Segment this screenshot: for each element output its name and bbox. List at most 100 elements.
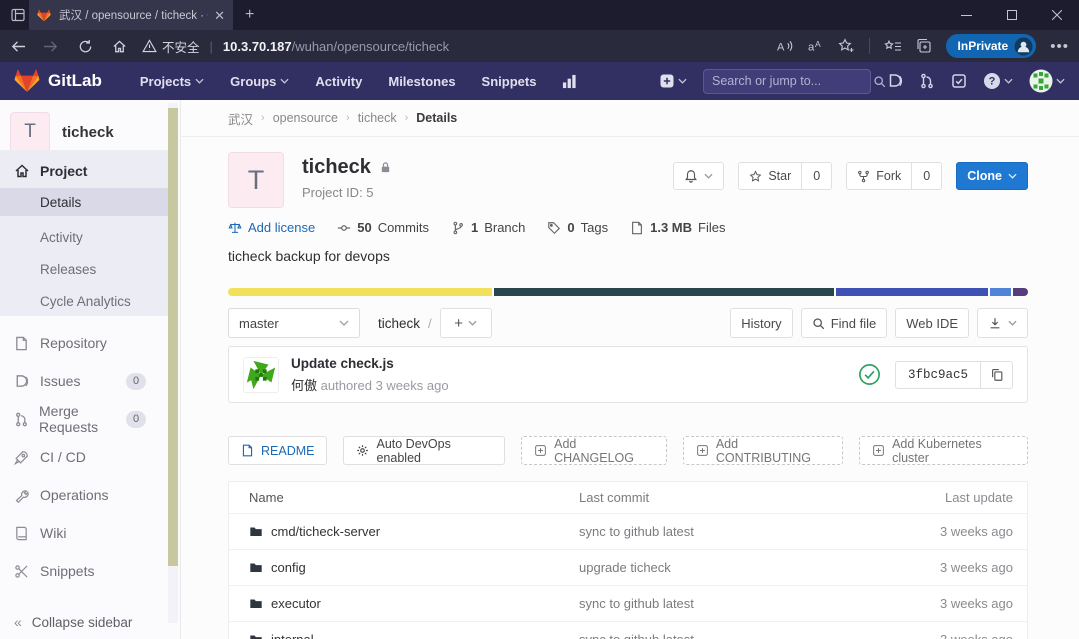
tab-close-icon[interactable]: ✕ [214,9,225,22]
nav-groups[interactable]: Groups [230,74,289,89]
notifications-button[interactable] [673,162,724,190]
commit-message-cell[interactable]: sync to github latest [579,524,885,539]
help-menu[interactable]: ? [983,72,1013,90]
issues-nav-icon[interactable] [887,73,903,89]
tree-root-link[interactable]: ticheck [378,316,420,331]
add-kubernetes-button[interactable]: Add Kubernetes cluster [859,436,1028,465]
breadcrumb-project[interactable]: ticheck [358,111,397,125]
profile-avatar[interactable] [1014,37,1033,56]
close-window-icon[interactable] [1034,0,1079,30]
find-file-search-icon [812,317,825,330]
history-button[interactable]: History [730,308,792,338]
nav-activity[interactable]: Activity [315,74,362,89]
add-file-button[interactable]: + [440,308,492,338]
sidebar-item-project[interactable]: Project [0,158,168,184]
tags-link[interactable]: 0Tags [547,220,608,235]
breadcrumb-group[interactable]: 武汉 [228,109,253,128]
new-tab-icon[interactable]: + [245,7,254,23]
sidebar-project-header[interactable]: T ticheck [10,112,114,152]
add-changelog-button[interactable]: Add CHANGELOG [521,436,667,465]
download-button[interactable] [977,308,1028,338]
web-ide-button[interactable]: Web IDE [895,308,969,338]
minimize-icon[interactable] [944,0,989,30]
auto-devops-button[interactable]: Auto DevOps enabled [343,436,505,465]
sidebar-item-ci-cd[interactable]: CI / CD [0,444,168,470]
search-input[interactable] [712,74,873,88]
path-separator: / [428,316,432,331]
gitlab-logo[interactable]: GitLab [14,69,102,93]
global-search[interactable] [703,69,871,94]
add-contributing-button[interactable]: Add CONTRIBUTING [683,436,843,465]
collapse-sidebar-button[interactable]: « Collapse sidebar [0,610,168,634]
add-license-link[interactable]: Add license [228,220,315,235]
more-options-icon[interactable]: ••• [1050,38,1069,55]
site-security[interactable]: 不安全 [142,37,200,56]
sidebar-item-repository[interactable]: Repository [0,330,168,356]
refresh-icon[interactable] [68,39,102,54]
pipeline-status-icon[interactable] [858,363,881,386]
find-file-button[interactable]: Find file [801,308,888,338]
tab-preview-icon[interactable] [10,7,26,23]
languages-bar[interactable] [228,288,1028,296]
star-button[interactable]: Star [738,162,802,190]
nav-projects[interactable]: Projects [140,74,204,89]
user-menu[interactable] [1029,69,1065,93]
readme-button[interactable]: README [228,436,327,465]
branches-link[interactable]: 1Branch [451,220,525,235]
chart-icon[interactable] [562,74,577,89]
header-last-update: Last update [885,490,1027,505]
forward-icon[interactable] [34,39,68,54]
file-name-link[interactable]: config [271,560,306,575]
sidebar-item-issues[interactable]: Issues 0 [0,368,168,394]
inprivate-badge[interactable]: InPrivate [946,34,1037,58]
sidebar-item-snippets[interactable]: Snippets [0,558,168,584]
browser-tab[interactable]: 武汉 / opensource / ticheck · Git ✕ [29,0,233,30]
read-aloud-icon[interactable]: A [775,38,793,54]
security-label: 不安全 [162,37,200,56]
nav-snippets[interactable]: Snippets [482,74,537,89]
translate-icon[interactable]: aA [807,38,824,54]
commit-sha[interactable]: 3fbc9ac5 [895,361,981,389]
plus-square-icon [872,444,885,457]
file-name-link[interactable]: internal [271,632,314,639]
address-bar[interactable]: 不安全 | 10.3.70.187 /wuhan/opensource/tich… [142,30,775,62]
sidebar-item-cycle-analytics[interactable]: Cycle Analytics [0,288,168,314]
fork-button[interactable]: Fork [846,162,912,190]
favorites-bar-icon[interactable] [884,39,902,54]
nav-milestones[interactable]: Milestones [388,74,455,89]
copy-sha-button[interactable] [981,361,1013,389]
commit-message-cell[interactable]: sync to github latest [579,632,885,639]
clone-button[interactable]: Clone [956,162,1028,190]
breadcrumb-subgroup[interactable]: opensource [273,111,338,125]
sidebar-item-merge-requests[interactable]: Merge Requests 0 [0,406,168,432]
files-link[interactable]: 1.3 MBFiles [630,220,725,235]
sidebar-item-operations[interactable]: Operations [0,482,168,508]
file-name-link[interactable]: executor [271,596,321,611]
sidebar-item-wiki[interactable]: Wiki [0,520,168,546]
todos-nav-icon[interactable] [951,73,967,89]
commit-message-cell[interactable]: sync to github latest [579,596,885,611]
sidebar-item-activity[interactable]: Activity [0,224,168,250]
back-icon[interactable] [0,39,34,54]
commit-message-link[interactable]: Update check.js [291,356,449,371]
sidebar-item-details[interactable]: Details [0,188,168,216]
maximize-icon[interactable] [989,0,1034,30]
commit-author[interactable]: 何傲 [291,378,317,393]
collections-icon[interactable] [916,38,932,54]
commit-message-cell[interactable]: upgrade ticheck [579,560,885,575]
branch-selector[interactable]: master [228,308,360,338]
file-name-link[interactable]: cmd/ticheck-server [271,524,380,539]
add-favorite-icon[interactable] [838,38,855,54]
header-last-commit: Last commit [579,490,885,505]
fork-count[interactable]: 0 [912,162,942,190]
home-icon[interactable] [102,39,136,54]
sidebar-item-releases[interactable]: Releases [0,256,168,282]
new-menu-button[interactable] [659,73,687,89]
commit-author-avatar[interactable] [243,357,279,393]
project-avatar-small: T [10,112,50,152]
plus-square-icon [696,444,709,457]
commits-link[interactable]: 50Commits [337,220,429,235]
star-count[interactable]: 0 [802,162,832,190]
sidebar-scrollbar-thumb[interactable] [168,108,178,566]
merge-requests-nav-icon[interactable] [919,73,935,89]
